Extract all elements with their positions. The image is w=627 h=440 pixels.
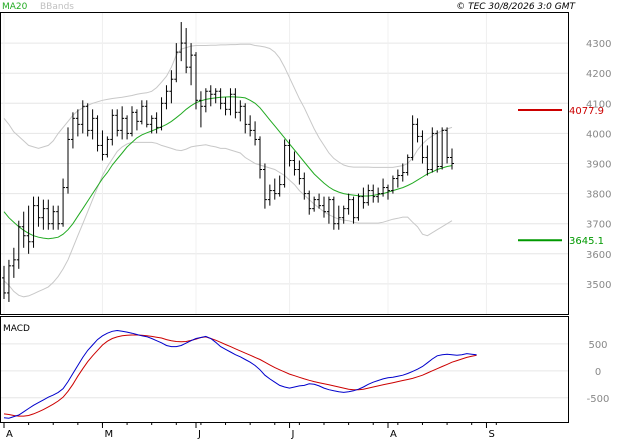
macd-y-tick-label: 0 xyxy=(595,367,601,378)
x-tick-label: S xyxy=(488,429,494,440)
x-tick-label: M xyxy=(104,429,113,440)
resistance-label: 4077.9 xyxy=(569,106,604,117)
price-y-tick-label: 4200 xyxy=(586,69,611,80)
price-y-tick-label: 3700 xyxy=(586,220,611,231)
ma-legend-label: MA20 xyxy=(2,2,28,12)
bbands-legend-label: BBands xyxy=(40,2,74,12)
macd-title: MACD xyxy=(3,324,30,334)
x-tick-label: A xyxy=(390,429,397,440)
macd-y-tick-label: 500 xyxy=(588,340,607,351)
x-tick-label: J xyxy=(291,429,295,440)
price-y-axis: 350036003700380039004000410042004300 xyxy=(586,39,611,291)
stock-chart: MA20 BBands © TEC 30/8/2026 3:0 GMT MACD… xyxy=(0,2,611,440)
x-axis: AMJJAS xyxy=(3,422,497,440)
copyright-label: © TEC 30/8/2026 3:0 GMT xyxy=(456,2,576,12)
x-tick-label: A xyxy=(6,429,13,440)
price-y-tick-label: 3900 xyxy=(586,160,611,171)
x-tick-label: J xyxy=(197,429,201,440)
price-y-tick-label: 3500 xyxy=(586,280,611,291)
price-y-tick-label: 3800 xyxy=(586,190,611,201)
price-y-tick-label: 3600 xyxy=(586,250,611,261)
price-y-tick-label: 4000 xyxy=(586,129,611,140)
macd-y-axis: -500 0 500 xyxy=(587,340,610,405)
macd-panel-frame xyxy=(0,316,569,423)
support-label: 3645.1 xyxy=(569,236,604,247)
price-y-tick-label: 4300 xyxy=(586,39,611,50)
macd-y-tick-label: -500 xyxy=(587,394,610,405)
